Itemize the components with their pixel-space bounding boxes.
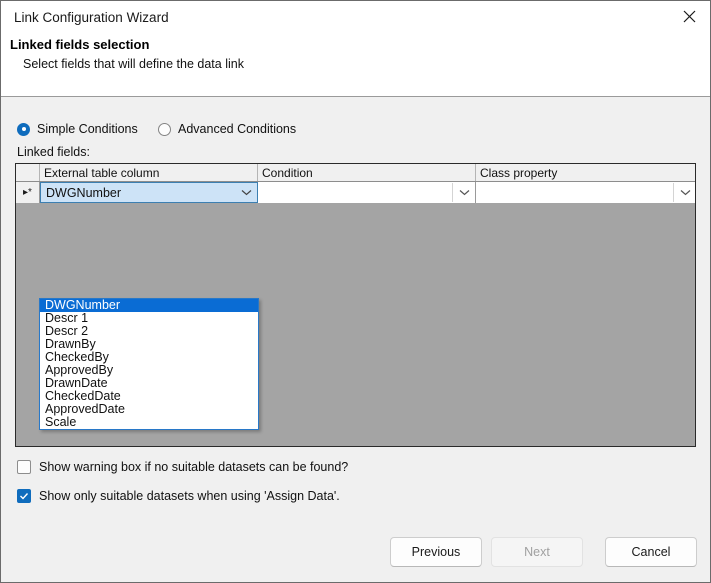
- next-button[interactable]: Next: [491, 537, 583, 567]
- conditions-radio-group: Simple Conditions Advanced Conditions: [1, 119, 710, 139]
- radio-simple-conditions-label: Simple Conditions: [37, 122, 138, 136]
- chevron-down-icon[interactable]: [235, 183, 257, 202]
- list-item[interactable]: Scale: [40, 416, 258, 429]
- table-row: ▸* DWGNumber: [16, 182, 695, 203]
- checkbox-checked-icon: [17, 489, 31, 503]
- cancel-button[interactable]: Cancel: [605, 537, 697, 567]
- checkbox-show-warning-box-label: Show warning box if no suitable datasets…: [39, 460, 349, 474]
- list-item[interactable]: ApprovedDate: [40, 403, 258, 416]
- cell-condition[interactable]: [258, 182, 476, 203]
- link-configuration-wizard-dialog: Link Configuration Wizard Linked fields …: [0, 0, 711, 583]
- chevron-down-icon[interactable]: [452, 183, 475, 202]
- dialog-body: Simple Conditions Advanced Conditions Li…: [1, 97, 710, 582]
- new-row-icon: ▸*: [23, 186, 32, 198]
- page-title: Linked fields selection: [10, 37, 150, 52]
- checkbox-unchecked-icon: [17, 460, 31, 474]
- radio-advanced-conditions[interactable]: Advanced Conditions: [158, 119, 296, 139]
- column-header-external-table-column[interactable]: External table column: [40, 164, 258, 181]
- title-bar: Link Configuration Wizard Linked fields …: [1, 1, 710, 97]
- grid-corner-header[interactable]: [16, 164, 40, 181]
- list-item[interactable]: CheckedBy: [40, 351, 258, 364]
- linked-fields-label: Linked fields:: [17, 145, 90, 159]
- close-icon[interactable]: [667, 1, 710, 32]
- list-item[interactable]: Descr 2: [40, 325, 258, 338]
- column-header-condition[interactable]: Condition: [258, 164, 476, 181]
- previous-button[interactable]: Previous: [390, 537, 482, 567]
- checkbox-show-only-suitable-datasets[interactable]: Show only suitable datasets when using '…: [17, 487, 340, 505]
- chevron-down-icon[interactable]: [673, 183, 695, 202]
- radio-advanced-conditions-label: Advanced Conditions: [178, 122, 297, 136]
- list-item[interactable]: DWGNumber: [40, 299, 258, 312]
- cell-class-property[interactable]: [476, 182, 695, 203]
- grid-header-row: External table column Condition Class pr…: [16, 164, 695, 182]
- radio-unselected-icon: [158, 122, 171, 136]
- column-header-class-property[interactable]: Class property: [476, 164, 695, 181]
- cell-external-table-column-value: DWGNumber: [46, 185, 122, 200]
- checkbox-show-warning-box[interactable]: Show warning box if no suitable datasets…: [17, 458, 348, 476]
- row-indicator-cell[interactable]: ▸*: [16, 182, 40, 203]
- checkbox-show-only-suitable-datasets-label: Show only suitable datasets when using '…: [39, 489, 340, 503]
- page-subtitle: Select fields that will define the data …: [23, 57, 244, 71]
- list-item[interactable]: CheckedDate: [40, 390, 258, 403]
- external-table-column-dropdown-list[interactable]: DWGNumber Descr 1 Descr 2 DrawnBy Checke…: [39, 298, 259, 430]
- list-item[interactable]: Descr 1: [40, 312, 258, 325]
- list-item[interactable]: DrawnDate: [40, 377, 258, 390]
- list-item[interactable]: DrawnBy: [40, 338, 258, 351]
- cell-external-table-column[interactable]: DWGNumber: [40, 182, 258, 203]
- list-item[interactable]: ApprovedBy: [40, 364, 258, 377]
- radio-simple-conditions[interactable]: Simple Conditions: [17, 119, 138, 139]
- radio-selected-icon: [17, 122, 30, 136]
- window-title: Link Configuration Wizard: [14, 10, 169, 25]
